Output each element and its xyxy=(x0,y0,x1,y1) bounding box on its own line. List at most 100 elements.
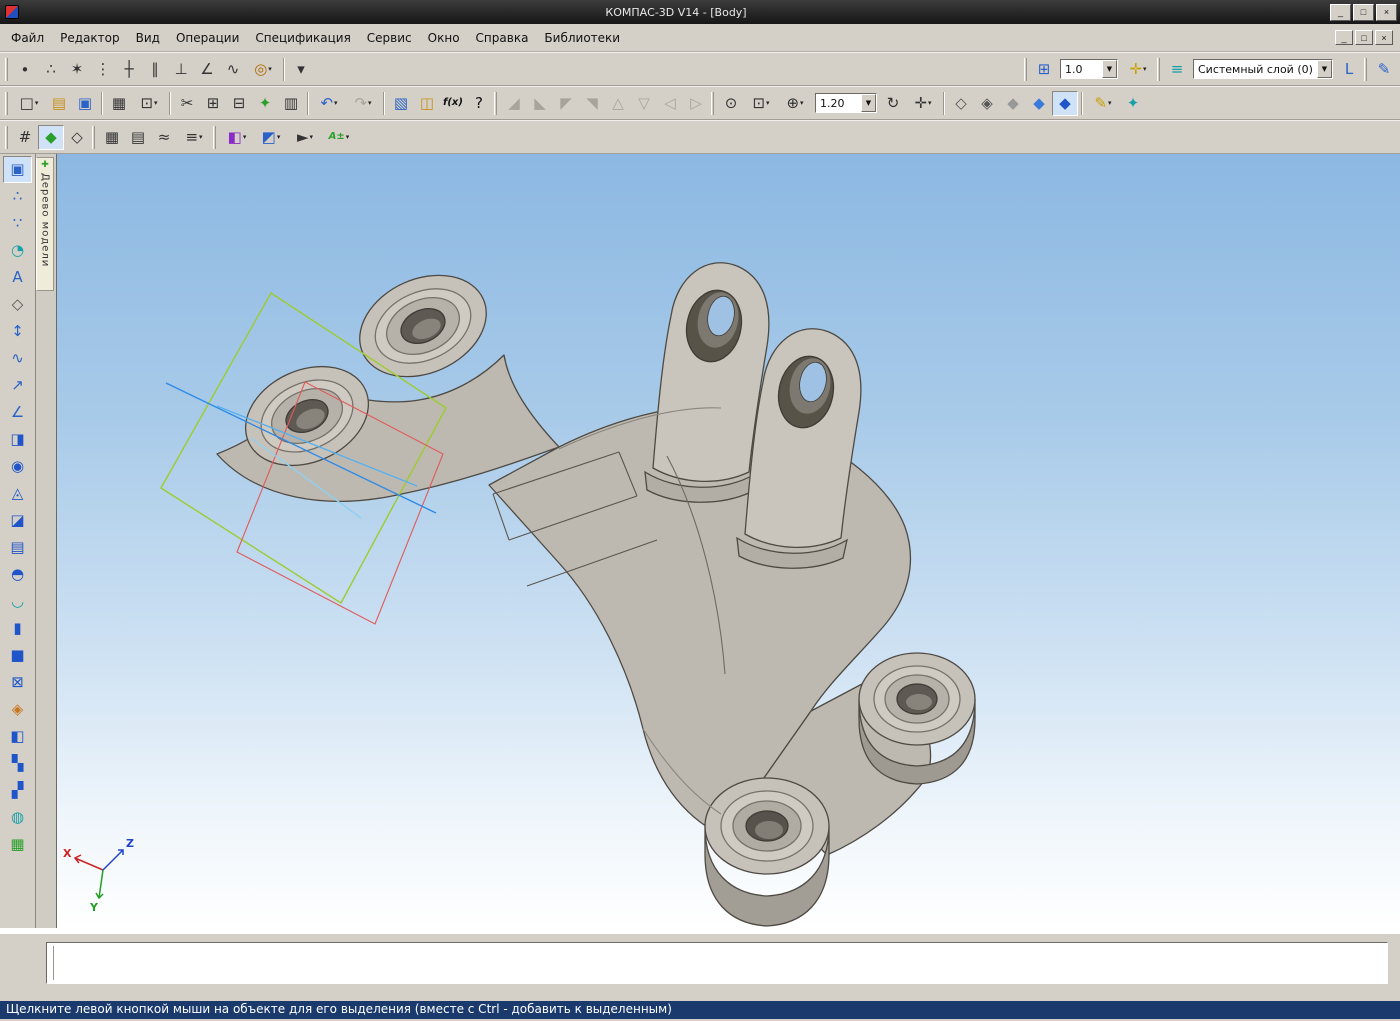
menu-item-0[interactable]: Файл xyxy=(3,27,52,49)
spiral-3d-button[interactable]: ◔ xyxy=(3,237,32,264)
zoom-window-dropdown-arrow[interactable]: ▾ xyxy=(766,99,770,107)
redo-dropdown-arrow[interactable]: ▾ xyxy=(368,99,372,107)
shell-operation-button[interactable]: ◡ xyxy=(3,588,32,615)
quick-planes-button[interactable]: ◩ ▾ xyxy=(254,125,288,150)
refresh-view-button[interactable]: ✦ xyxy=(1120,91,1146,116)
menu-item-5[interactable]: Сервис xyxy=(359,27,420,49)
cylinder-feature-button[interactable]: ▮ xyxy=(3,615,32,642)
toolbar-grip[interactable] xyxy=(711,91,714,115)
toolbar-grip[interactable] xyxy=(92,125,95,149)
undo-button[interactable]: ↶ ▾ xyxy=(312,91,346,116)
model-viewport[interactable]: X Z Y xyxy=(56,154,1400,928)
new-document-button[interactable]: □ ▾ xyxy=(12,91,46,116)
spline-3d-button[interactable]: ∿ xyxy=(3,345,32,372)
check-collisions-button[interactable]: ◍ xyxy=(3,804,32,831)
construction-axis-button[interactable]: ┼ xyxy=(116,57,142,82)
menu-item-8[interactable]: Библиотеки xyxy=(536,27,628,49)
quick-planes-dropdown-arrow[interactable]: ▾ xyxy=(277,133,281,141)
extrude-operation-button[interactable]: ◨ xyxy=(3,426,32,453)
property-bar-grip[interactable] xyxy=(50,946,54,980)
measure-pencil-button[interactable]: ✎ xyxy=(1371,57,1397,82)
zoom-dropdown-arrow[interactable]: ▼ xyxy=(861,94,876,112)
section-zones-dropdown-arrow[interactable]: ▾ xyxy=(243,133,247,141)
cut-button[interactable]: ✂ xyxy=(174,91,200,116)
what-is-this-help-button[interactable]: ? xyxy=(466,91,492,116)
layer-dropdown-arrow[interactable]: ▼ xyxy=(1317,60,1332,78)
menu-item-6[interactable]: Окно xyxy=(420,27,468,49)
global-snaps-button[interactable]: ✛ ▾ xyxy=(1121,57,1155,82)
points-3d-button[interactable]: ∴ xyxy=(3,183,32,210)
calculator-button[interactable]: ▦ xyxy=(99,125,125,150)
menu-item-3[interactable]: Операции xyxy=(168,27,247,49)
section-zones-button[interactable]: ◧ ▾ xyxy=(220,125,254,150)
wireframe-display-button[interactable]: ◇ xyxy=(948,91,974,116)
perspective-display-dropdown-arrow[interactable]: ▾ xyxy=(1108,99,1112,107)
insert-object-button[interactable]: ▥ xyxy=(278,91,304,116)
layers-button[interactable]: ≡ xyxy=(1164,57,1190,82)
menu-item-2[interactable]: Вид xyxy=(128,27,168,49)
save-document-button[interactable]: ▣ xyxy=(72,91,98,116)
sheet-operation-button[interactable]: ▤ xyxy=(3,534,32,561)
menu-item-1[interactable]: Редактор xyxy=(52,27,127,49)
assembly-view-button[interactable]: ◇ xyxy=(64,125,90,150)
variables-panel-button[interactable]: ▧ xyxy=(388,91,414,116)
toolbar-grip[interactable] xyxy=(5,57,8,81)
boolean-operation-button[interactable]: ⊠ xyxy=(3,669,32,696)
toolbar-grip[interactable] xyxy=(1364,57,1367,81)
model-edit-mode-button[interactable]: ▣ xyxy=(3,156,32,183)
hidden-thin-display-button[interactable]: ◆ xyxy=(1000,91,1026,116)
toolbar-grip[interactable] xyxy=(1157,57,1160,81)
model-tree-tab[interactable]: ✚ Дерево модели xyxy=(36,157,54,291)
fx-variables-button[interactable]: f(x) xyxy=(440,91,466,116)
structure-tree-button[interactable]: ≡ ▾ xyxy=(177,125,211,150)
viewport-canvas[interactable]: X Z Y xyxy=(57,154,1400,928)
spiral-tool-dropdown-arrow[interactable]: ▾ xyxy=(268,65,272,73)
grid-step-dropdown-arrow[interactable]: ▼ xyxy=(1102,60,1117,78)
move-grid-button[interactable]: ⊞ xyxy=(1031,57,1057,82)
zoom-window-button[interactable]: ⊡ ▾ xyxy=(744,91,778,116)
intersection-point-button[interactable]: ✶ xyxy=(64,57,90,82)
points-array-button[interactable]: ∵ xyxy=(3,210,32,237)
shaded-edges-display-button[interactable]: ◆ xyxy=(1052,90,1078,116)
spiral-tool-button[interactable]: ◎ ▾ xyxy=(246,57,280,82)
new-document-dropdown-arrow[interactable]: ▾ xyxy=(35,99,39,107)
boss-top-middle[interactable] xyxy=(344,256,503,396)
menu-item-4[interactable]: Спецификация xyxy=(247,27,358,49)
revolve-operation-button[interactable]: ◉ xyxy=(3,453,32,480)
text-label-button[interactable]: A xyxy=(3,264,32,291)
undo-dropdown-arrow[interactable]: ▾ xyxy=(334,99,338,107)
minimize-button[interactable]: _ xyxy=(1330,3,1351,21)
pattern-array-button[interactable]: ▞ xyxy=(3,777,32,804)
toolbar-grip[interactable] xyxy=(5,125,8,149)
layer-combo[interactable]: Системный слой (0) ▼ xyxy=(1193,59,1333,79)
close-button[interactable]: × xyxy=(1376,3,1397,21)
library-catalog-button[interactable]: ◫ xyxy=(414,91,440,116)
mdi-restore-button[interactable]: □ xyxy=(1355,30,1373,45)
print-button[interactable]: ▦ xyxy=(106,91,132,116)
zoom-scale-dropdown-arrow[interactable]: ▾ xyxy=(800,99,804,107)
toolbar-grip[interactable] xyxy=(5,91,8,115)
point-input-button[interactable]: ∙ xyxy=(12,57,38,82)
copy-button[interactable]: ⊞ xyxy=(200,91,226,116)
perspective-display-button[interactable]: ✎ ▾ xyxy=(1086,91,1120,116)
box-feature-button[interactable]: ■ xyxy=(3,642,32,669)
direction-indicator-button[interactable]: ► ▾ xyxy=(288,125,322,150)
hidden-lines-display-button[interactable]: ◈ xyxy=(974,91,1000,116)
print-preview-dropdown-arrow[interactable]: ▾ xyxy=(154,99,158,107)
boss-bottom-center[interactable] xyxy=(704,777,830,927)
local-cs-button[interactable]: ↕ xyxy=(3,318,32,345)
toolbar-grip[interactable] xyxy=(213,125,216,149)
paste-button[interactable]: ⊟ xyxy=(226,91,252,116)
trajectory-curve-button[interactable]: ↗ xyxy=(3,372,32,399)
grid-points-button[interactable]: ⋮ xyxy=(90,57,116,82)
gear-feature-button[interactable]: ◈ xyxy=(3,696,32,723)
spreadsheet-button[interactable]: ▤ xyxy=(125,125,151,150)
mdi-close-button[interactable]: × xyxy=(1375,30,1393,45)
print-preview-button[interactable]: ⊡ ▾ xyxy=(132,91,166,116)
grid-step-combo[interactable]: 1.0 ▼ xyxy=(1060,59,1118,79)
conic-section-button[interactable]: ∠ xyxy=(3,399,32,426)
zoom-scale-button[interactable]: ⊕ ▾ xyxy=(778,91,812,116)
structure-tree-dropdown-arrow[interactable]: ▾ xyxy=(199,133,203,141)
loft-operation-button[interactable]: ◬ xyxy=(3,480,32,507)
zoom-all-button[interactable]: ⊙ xyxy=(718,91,744,116)
